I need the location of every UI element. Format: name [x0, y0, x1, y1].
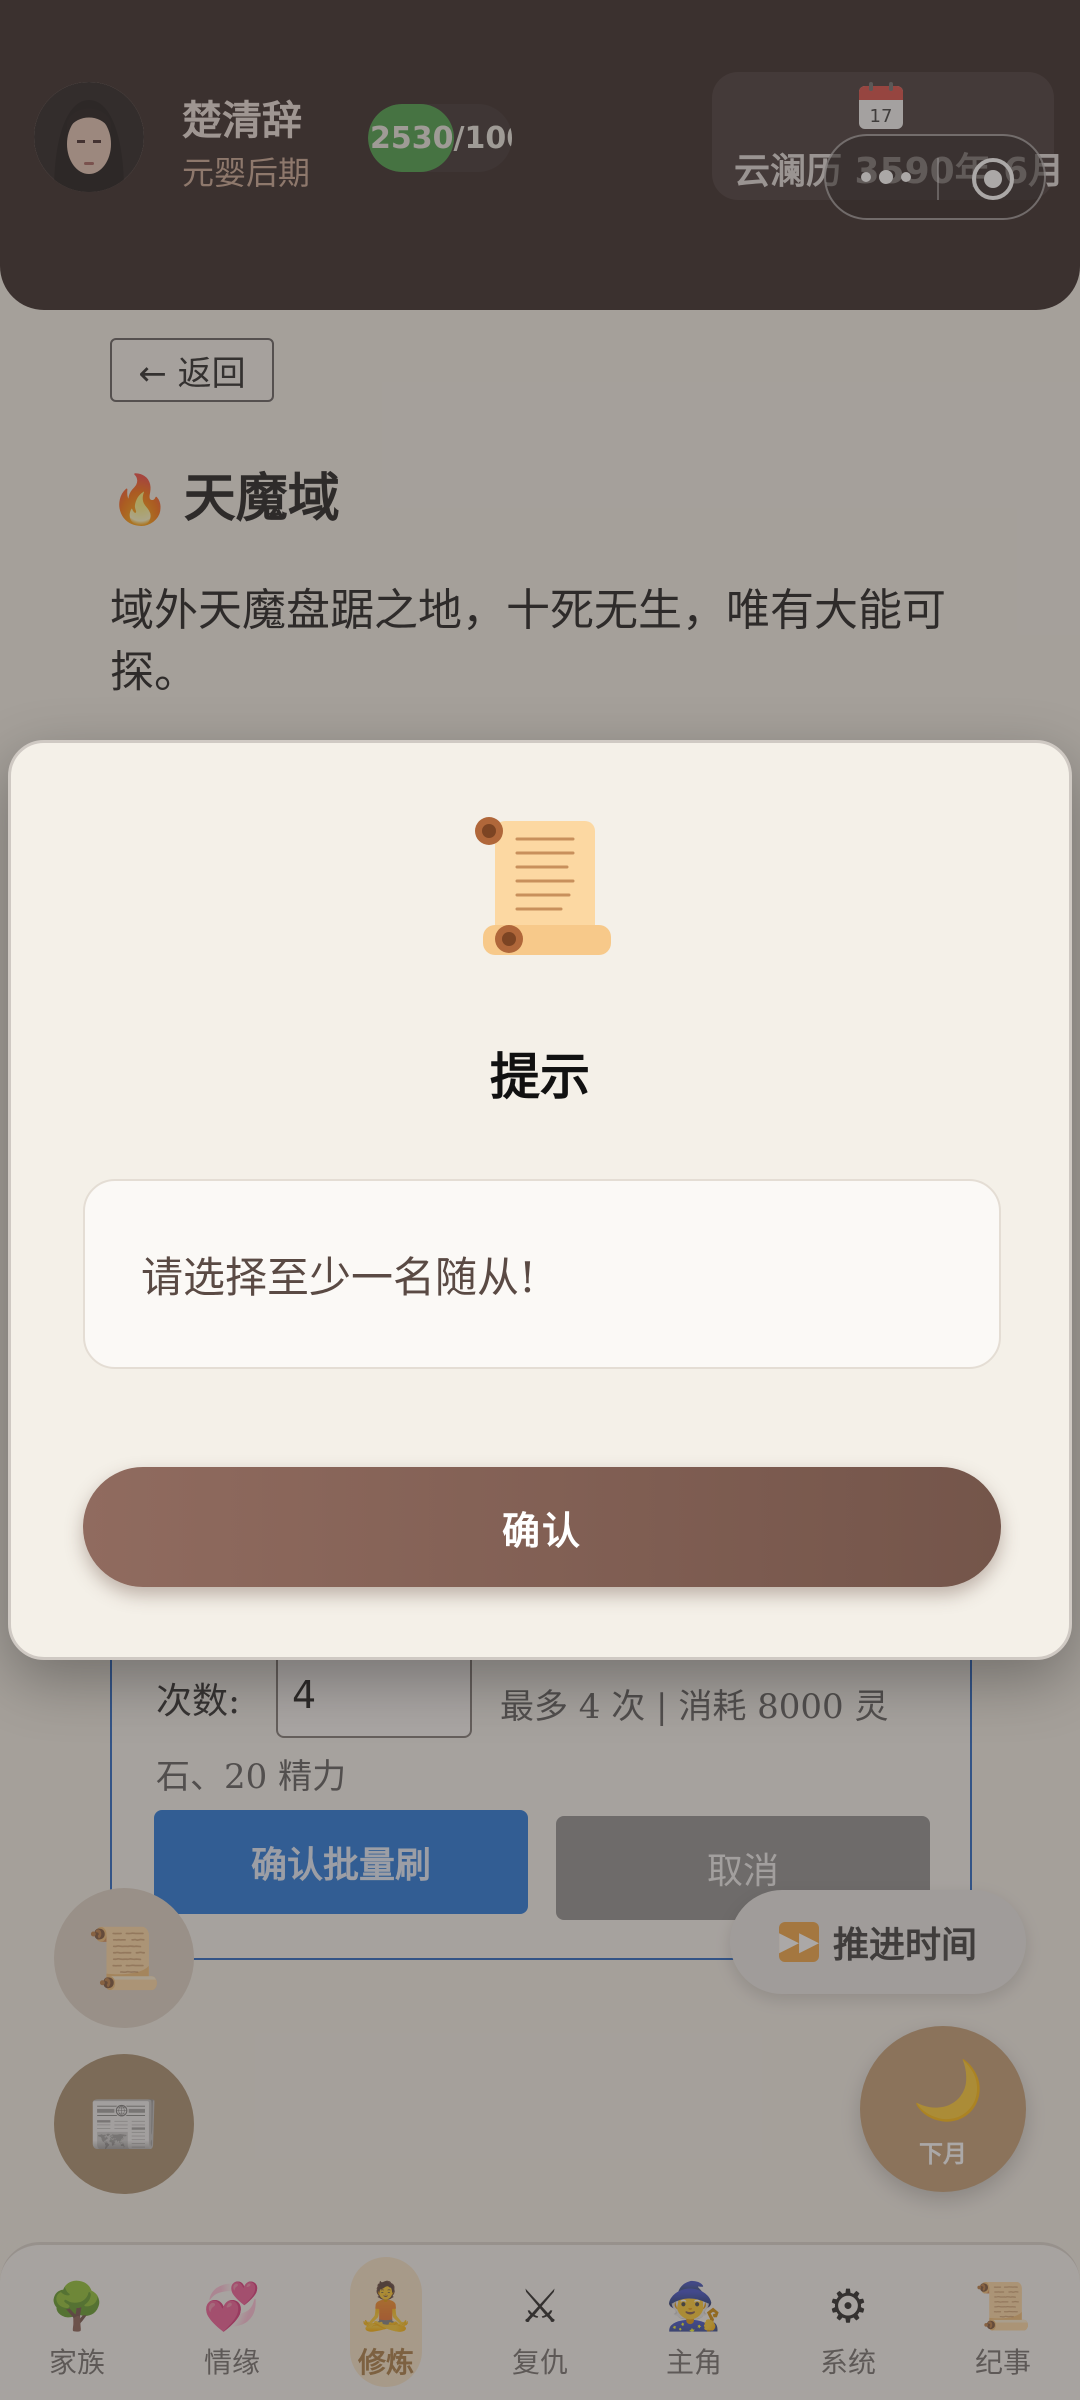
dialog-title: 提示	[490, 1048, 590, 1106]
dialog-confirm-button[interactable]: 确认	[83, 1467, 1001, 1587]
alert-dialog: 提示 请选择至少一名随从! 确认	[8, 740, 1072, 1660]
scroll-icon	[475, 817, 611, 955]
dialog-message: 请选择至少一名随从!	[141, 1252, 536, 1302]
dialog-message-box: 请选择至少一名随从!	[83, 1179, 1001, 1369]
